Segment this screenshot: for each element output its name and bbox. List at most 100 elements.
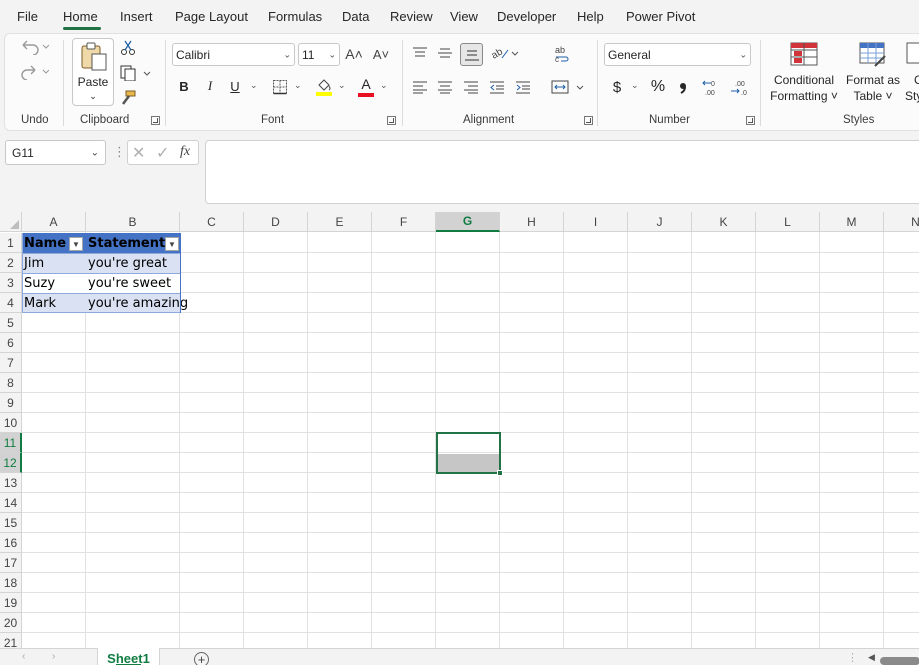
- copy-button[interactable]: [119, 64, 153, 82]
- bottom-align-button[interactable]: [460, 43, 483, 66]
- row-header[interactable]: 10: [0, 413, 22, 433]
- undo-button[interactable]: [18, 38, 50, 56]
- row-header[interactable]: 3: [0, 273, 22, 293]
- row-header[interactable]: 21: [0, 633, 22, 648]
- row-header[interactable]: 8: [0, 373, 22, 393]
- splitter-handle-icon[interactable]: ⋮: [847, 651, 858, 664]
- column-header[interactable]: F: [372, 212, 436, 232]
- conditional-formatting-button[interactable]: Conditional Formatting ˅: [766, 38, 842, 108]
- align-right-button[interactable]: [462, 78, 480, 96]
- tab-power-pivot[interactable]: Power Pivot: [626, 9, 695, 24]
- row-header[interactable]: 9: [0, 393, 22, 413]
- increase-indent-button[interactable]: [514, 78, 532, 96]
- column-header[interactable]: J: [628, 212, 692, 232]
- tab-developer[interactable]: Developer: [497, 9, 556, 24]
- row-header[interactable]: 17: [0, 553, 22, 573]
- format-as-table-button[interactable]: Format as Table ˅: [843, 38, 903, 108]
- column-header[interactable]: K: [692, 212, 756, 232]
- align-center-button[interactable]: [436, 78, 454, 96]
- row-header[interactable]: 5: [0, 313, 22, 333]
- worksheet-grid[interactable]: ABCDEFGHIJKLMN 1 2 3 4 5 6 7 8 9 10 11 12 13 14 15 16 17…: [0, 212, 919, 648]
- name-box[interactable]: G11 ⌄: [5, 140, 106, 165]
- scroll-left-arrow-icon[interactable]: ◀: [868, 652, 875, 663]
- orientation-button[interactable]: ab: [490, 44, 520, 62]
- row-header[interactable]: 2: [0, 253, 22, 273]
- column-header[interactable]: L: [756, 212, 820, 232]
- merge-center-button[interactable]: [550, 78, 586, 96]
- comma-style-button[interactable]: [676, 77, 690, 97]
- insert-function-icon[interactable]: fx: [180, 144, 190, 160]
- row-header[interactable]: 13: [0, 473, 22, 493]
- clipboard-dialog-launcher-icon[interactable]: [151, 116, 160, 125]
- borders-button[interactable]: [271, 78, 289, 96]
- row-header[interactable]: 15: [0, 513, 22, 533]
- row-header[interactable]: 12: [0, 453, 22, 473]
- font-color-button[interactable]: A: [356, 76, 376, 98]
- middle-align-button[interactable]: [436, 44, 454, 62]
- column-header[interactable]: D: [244, 212, 308, 232]
- formula-input[interactable]: [205, 140, 919, 204]
- table-cell[interactable]: Jim: [22, 253, 86, 273]
- bold-button[interactable]: B: [176, 77, 192, 95]
- add-sheet-button[interactable]: +: [194, 652, 209, 665]
- font-dialog-launcher-icon[interactable]: [387, 116, 396, 125]
- tab-help[interactable]: Help: [577, 9, 604, 24]
- column-header[interactable]: H: [500, 212, 564, 232]
- increase-font-size-button[interactable]: A˄: [344, 44, 364, 64]
- row-header[interactable]: 20: [0, 613, 22, 633]
- table-cell[interactable]: you're amazing: [86, 293, 188, 313]
- fill-color-button[interactable]: [314, 76, 334, 98]
- number-format-select[interactable]: General ⌄: [604, 43, 751, 66]
- selected-range[interactable]: [436, 432, 501, 474]
- italic-button[interactable]: I: [202, 77, 218, 95]
- tab-insert[interactable]: Insert: [120, 9, 153, 24]
- scroll-right-icon[interactable]: ›: [52, 651, 55, 662]
- table-cell[interactable]: Mark: [22, 293, 86, 313]
- column-header[interactable]: B: [86, 212, 180, 232]
- enter-check-icon[interactable]: ✓: [156, 143, 169, 163]
- tab-file[interactable]: File: [17, 9, 38, 24]
- row-header[interactable]: 18: [0, 573, 22, 593]
- alignment-dialog-launcher-icon[interactable]: [584, 116, 593, 125]
- row-header[interactable]: 1: [0, 233, 22, 253]
- table-cell[interactable]: you're great: [86, 253, 181, 273]
- cancel-icon[interactable]: ✕: [132, 143, 145, 163]
- column-header[interactable]: E: [308, 212, 372, 232]
- row-header[interactable]: 6: [0, 333, 22, 353]
- tab-data[interactable]: Data: [342, 9, 369, 24]
- format-painter-button[interactable]: [119, 89, 137, 107]
- tab-review[interactable]: Review: [390, 9, 433, 24]
- font-name-select[interactable]: Calibri ⌄: [172, 43, 295, 66]
- table-cell[interactable]: you're sweet: [86, 273, 181, 293]
- column-header[interactable]: G: [436, 212, 500, 232]
- filter-dropdown-icon[interactable]: ▼: [165, 237, 179, 251]
- cell-styles-button[interactable]: C Sty: [903, 38, 919, 108]
- fill-handle[interactable]: [497, 470, 503, 476]
- horizontal-scrollbar[interactable]: [880, 657, 919, 665]
- wrap-text-button[interactable]: ab c: [552, 44, 572, 64]
- tab-page-layout[interactable]: Page Layout: [175, 9, 248, 24]
- row-header[interactable]: 4: [0, 293, 22, 313]
- paste-button[interactable]: Paste ⌄: [72, 38, 114, 106]
- table-cell[interactable]: Suzy: [22, 273, 86, 293]
- font-size-select[interactable]: 11 ⌄: [298, 43, 340, 66]
- select-all-button[interactable]: [0, 212, 22, 232]
- row-header[interactable]: 14: [0, 493, 22, 513]
- align-left-button[interactable]: [411, 78, 429, 96]
- row-header[interactable]: 7: [0, 353, 22, 373]
- column-header[interactable]: M: [820, 212, 884, 232]
- scroll-left-icon[interactable]: ‹: [22, 651, 25, 662]
- decrease-font-size-button[interactable]: A˅: [371, 44, 391, 64]
- row-header[interactable]: 16: [0, 533, 22, 553]
- column-header[interactable]: I: [564, 212, 628, 232]
- row-header[interactable]: 11: [0, 433, 22, 453]
- tab-formulas[interactable]: Formulas: [268, 9, 322, 24]
- sheet-tab[interactable]: Sheet1: [97, 648, 160, 665]
- more-options-icon[interactable]: ⋮: [113, 144, 126, 160]
- filter-dropdown-icon[interactable]: ▼: [69, 237, 83, 251]
- column-header[interactable]: N: [884, 212, 919, 232]
- top-align-button[interactable]: [411, 44, 429, 62]
- column-header[interactable]: A: [22, 212, 86, 232]
- decrease-indent-button[interactable]: [488, 78, 506, 96]
- column-header[interactable]: C: [180, 212, 244, 232]
